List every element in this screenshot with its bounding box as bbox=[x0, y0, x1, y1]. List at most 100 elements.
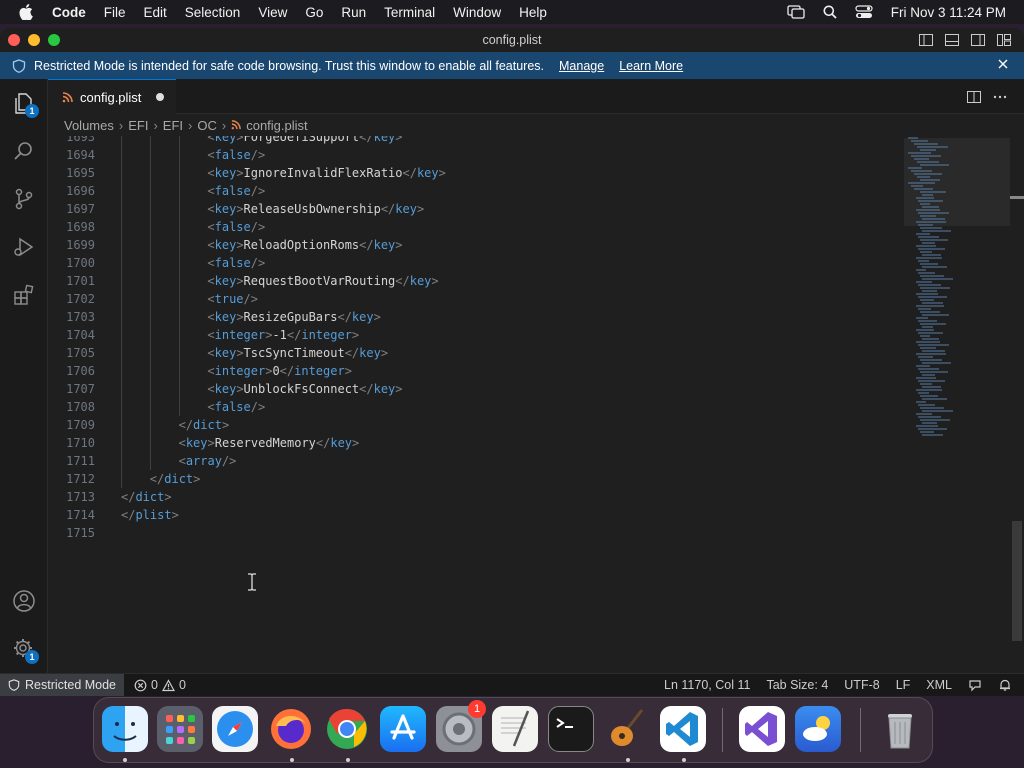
scrollbar-thumb[interactable] bbox=[1012, 521, 1022, 641]
xml-tag-name: key bbox=[214, 346, 237, 360]
chevron-right-icon: › bbox=[221, 117, 227, 133]
toggle-panel-icon[interactable] bbox=[944, 32, 960, 48]
firefox-app-icon[interactable] bbox=[268, 706, 314, 752]
code-line[interactable]: 1709 </dict> bbox=[48, 416, 904, 434]
code-line[interactable]: 1713 </dict> bbox=[48, 488, 904, 506]
code-line[interactable]: 1708 <false/> bbox=[48, 398, 904, 416]
bell-icon[interactable] bbox=[998, 678, 1012, 692]
trash-app-icon[interactable] bbox=[877, 706, 923, 752]
breadcrumb-efi[interactable]: EFI bbox=[128, 118, 148, 133]
code-line[interactable]: 1711 <array/> bbox=[48, 452, 904, 470]
vertical-scrollbar[interactable] bbox=[1010, 136, 1024, 673]
split-editor-icon[interactable] bbox=[966, 89, 982, 105]
code-line[interactable]: 1695 <key>IgnoreInvalidFlexRatio</key> bbox=[48, 164, 904, 182]
menu-window[interactable]: Window bbox=[444, 5, 510, 20]
banner-message: Restricted Mode is intended for safe cod… bbox=[34, 58, 544, 73]
end-of-line[interactable]: LF bbox=[896, 678, 911, 692]
code-editor[interactable]: 1693 <key>ForgeUefiSupport</key> 1694 <fals… bbox=[48, 136, 904, 673]
restricted-mode-indicator[interactable]: Restricted Mode bbox=[0, 673, 125, 696]
weather-app-icon[interactable] bbox=[795, 706, 841, 752]
menu-file[interactable]: File bbox=[95, 5, 135, 20]
breadcrumb-oc[interactable]: OC bbox=[197, 118, 217, 133]
menu-selection[interactable]: Selection bbox=[176, 5, 250, 20]
code-line[interactable]: 1706 <integer>0</integer> bbox=[48, 362, 904, 380]
menubar-clock[interactable]: Fri Nov 3 11:24 PM bbox=[891, 5, 1006, 20]
minimap[interactable] bbox=[904, 136, 1010, 673]
line-code: <integer>0</integer> bbox=[207, 362, 352, 380]
xml-punctuation: > bbox=[373, 310, 381, 324]
textedit-app-icon[interactable] bbox=[492, 706, 538, 752]
launchpad-app-icon[interactable] bbox=[157, 706, 203, 752]
learn-more-link[interactable]: Learn More bbox=[619, 59, 683, 73]
control-center-icon[interactable] bbox=[855, 5, 873, 19]
vscode-app-icon[interactable] bbox=[660, 706, 706, 752]
menu-app-code[interactable]: Code bbox=[52, 5, 95, 20]
terminal-app-icon[interactable] bbox=[548, 706, 594, 752]
apple-menu[interactable] bbox=[0, 4, 52, 20]
code-line[interactable]: 1698 <false/> bbox=[48, 218, 904, 236]
breadcrumb-efi-inner[interactable]: EFI bbox=[163, 118, 183, 133]
tab-size[interactable]: Tab Size: 4 bbox=[766, 678, 828, 692]
code-line[interactable]: 1693 <key>ForgeUefiSupport</key> bbox=[48, 136, 904, 146]
search-button[interactable] bbox=[11, 138, 37, 164]
encoding[interactable]: UTF-8 bbox=[844, 678, 879, 692]
code-line[interactable]: 1700 <false/> bbox=[48, 254, 904, 272]
close-banner-icon[interactable] bbox=[996, 57, 1010, 71]
breadcrumb-volumes[interactable]: Volumes bbox=[64, 118, 114, 133]
spotlight-search-icon[interactable] bbox=[823, 5, 837, 19]
customize-layout-icon[interactable] bbox=[996, 32, 1012, 48]
source-control-button[interactable] bbox=[11, 186, 37, 212]
code-line[interactable]: 1714 </plist> bbox=[48, 506, 904, 524]
app-store-app-icon[interactable] bbox=[380, 706, 426, 752]
code-line[interactable]: 1702 <true/> bbox=[48, 290, 904, 308]
menu-run[interactable]: Run bbox=[332, 5, 375, 20]
finder-app-icon[interactable] bbox=[102, 706, 148, 752]
code-line[interactable]: 1697 <key>ReleaseUsbOwnership</key> bbox=[48, 200, 904, 218]
visual-studio-app-icon[interactable] bbox=[739, 706, 785, 752]
menu-help[interactable]: Help bbox=[510, 5, 556, 20]
menu-terminal[interactable]: Terminal bbox=[375, 5, 444, 20]
code-line[interactable]: 1712 </dict> bbox=[48, 470, 904, 488]
toggle-secondary-sidebar-icon[interactable] bbox=[970, 32, 986, 48]
menu-view[interactable]: View bbox=[249, 5, 296, 20]
language-mode[interactable]: XML bbox=[926, 678, 952, 692]
extensions-button[interactable] bbox=[11, 282, 37, 308]
feedback-icon[interactable] bbox=[968, 678, 982, 692]
unsaved-dot-icon[interactable] bbox=[156, 93, 165, 101]
code-line[interactable]: 1715 bbox=[48, 524, 904, 542]
toggle-primary-sidebar-icon[interactable] bbox=[918, 32, 934, 48]
breadcrumb-file[interactable]: config.plist bbox=[246, 118, 307, 133]
code-line[interactable]: 1696 <false/> bbox=[48, 182, 904, 200]
settings-badge: 1 bbox=[25, 650, 39, 664]
code-line[interactable]: 1701 <key>RequestBootVarRouting</key> bbox=[48, 272, 904, 290]
code-line[interactable]: 1704 <integer>-1</integer> bbox=[48, 326, 904, 344]
code-line[interactable]: 1707 <key>UnblockFsConnect</key> bbox=[48, 380, 904, 398]
menu-go[interactable]: Go bbox=[296, 5, 332, 20]
code-line[interactable]: 1710 <key>ReservedMemory</key> bbox=[48, 434, 904, 452]
screen-mirroring-icon[interactable] bbox=[787, 5, 805, 19]
manage-settings-button[interactable]: 1 bbox=[11, 636, 39, 664]
explorer-button[interactable]: 1 bbox=[11, 90, 39, 118]
xml-punctuation: < bbox=[207, 184, 215, 198]
safari-app-icon[interactable] bbox=[212, 706, 258, 752]
tab-config-plist[interactable]: config.plist bbox=[48, 79, 176, 114]
xml-text: ReleaseUsbOwnership bbox=[243, 202, 381, 216]
xml-punctuation: > bbox=[164, 490, 172, 504]
run-debug-button[interactable] bbox=[11, 234, 37, 260]
guitar-icon bbox=[611, 709, 644, 746]
menu-edit[interactable]: Edit bbox=[135, 5, 176, 20]
code-line[interactable]: 1703 <key>ResizeGpuBars</key> bbox=[48, 308, 904, 326]
more-actions-icon[interactable] bbox=[992, 89, 1008, 105]
accounts-button[interactable] bbox=[11, 588, 37, 614]
system-settings-app-icon[interactable]: 1 bbox=[436, 700, 486, 752]
problems-indicator[interactable]: 0 0 bbox=[134, 678, 186, 692]
code-line[interactable]: 1699 <key>ReloadOptionRoms</key> bbox=[48, 236, 904, 254]
manage-link[interactable]: Manage bbox=[559, 59, 604, 73]
garageband-app-icon[interactable] bbox=[604, 706, 650, 752]
code-line[interactable]: 1705 <key>TscSyncTimeout</key> bbox=[48, 344, 904, 362]
chrome-app-icon[interactable] bbox=[324, 706, 370, 752]
line-code: <false/> bbox=[207, 218, 265, 236]
code-line[interactable]: 1694 <false/> bbox=[48, 146, 904, 164]
xml-text: UnblockFsConnect bbox=[243, 382, 360, 396]
cursor-position[interactable]: Ln 1170, Col 11 bbox=[664, 678, 750, 692]
